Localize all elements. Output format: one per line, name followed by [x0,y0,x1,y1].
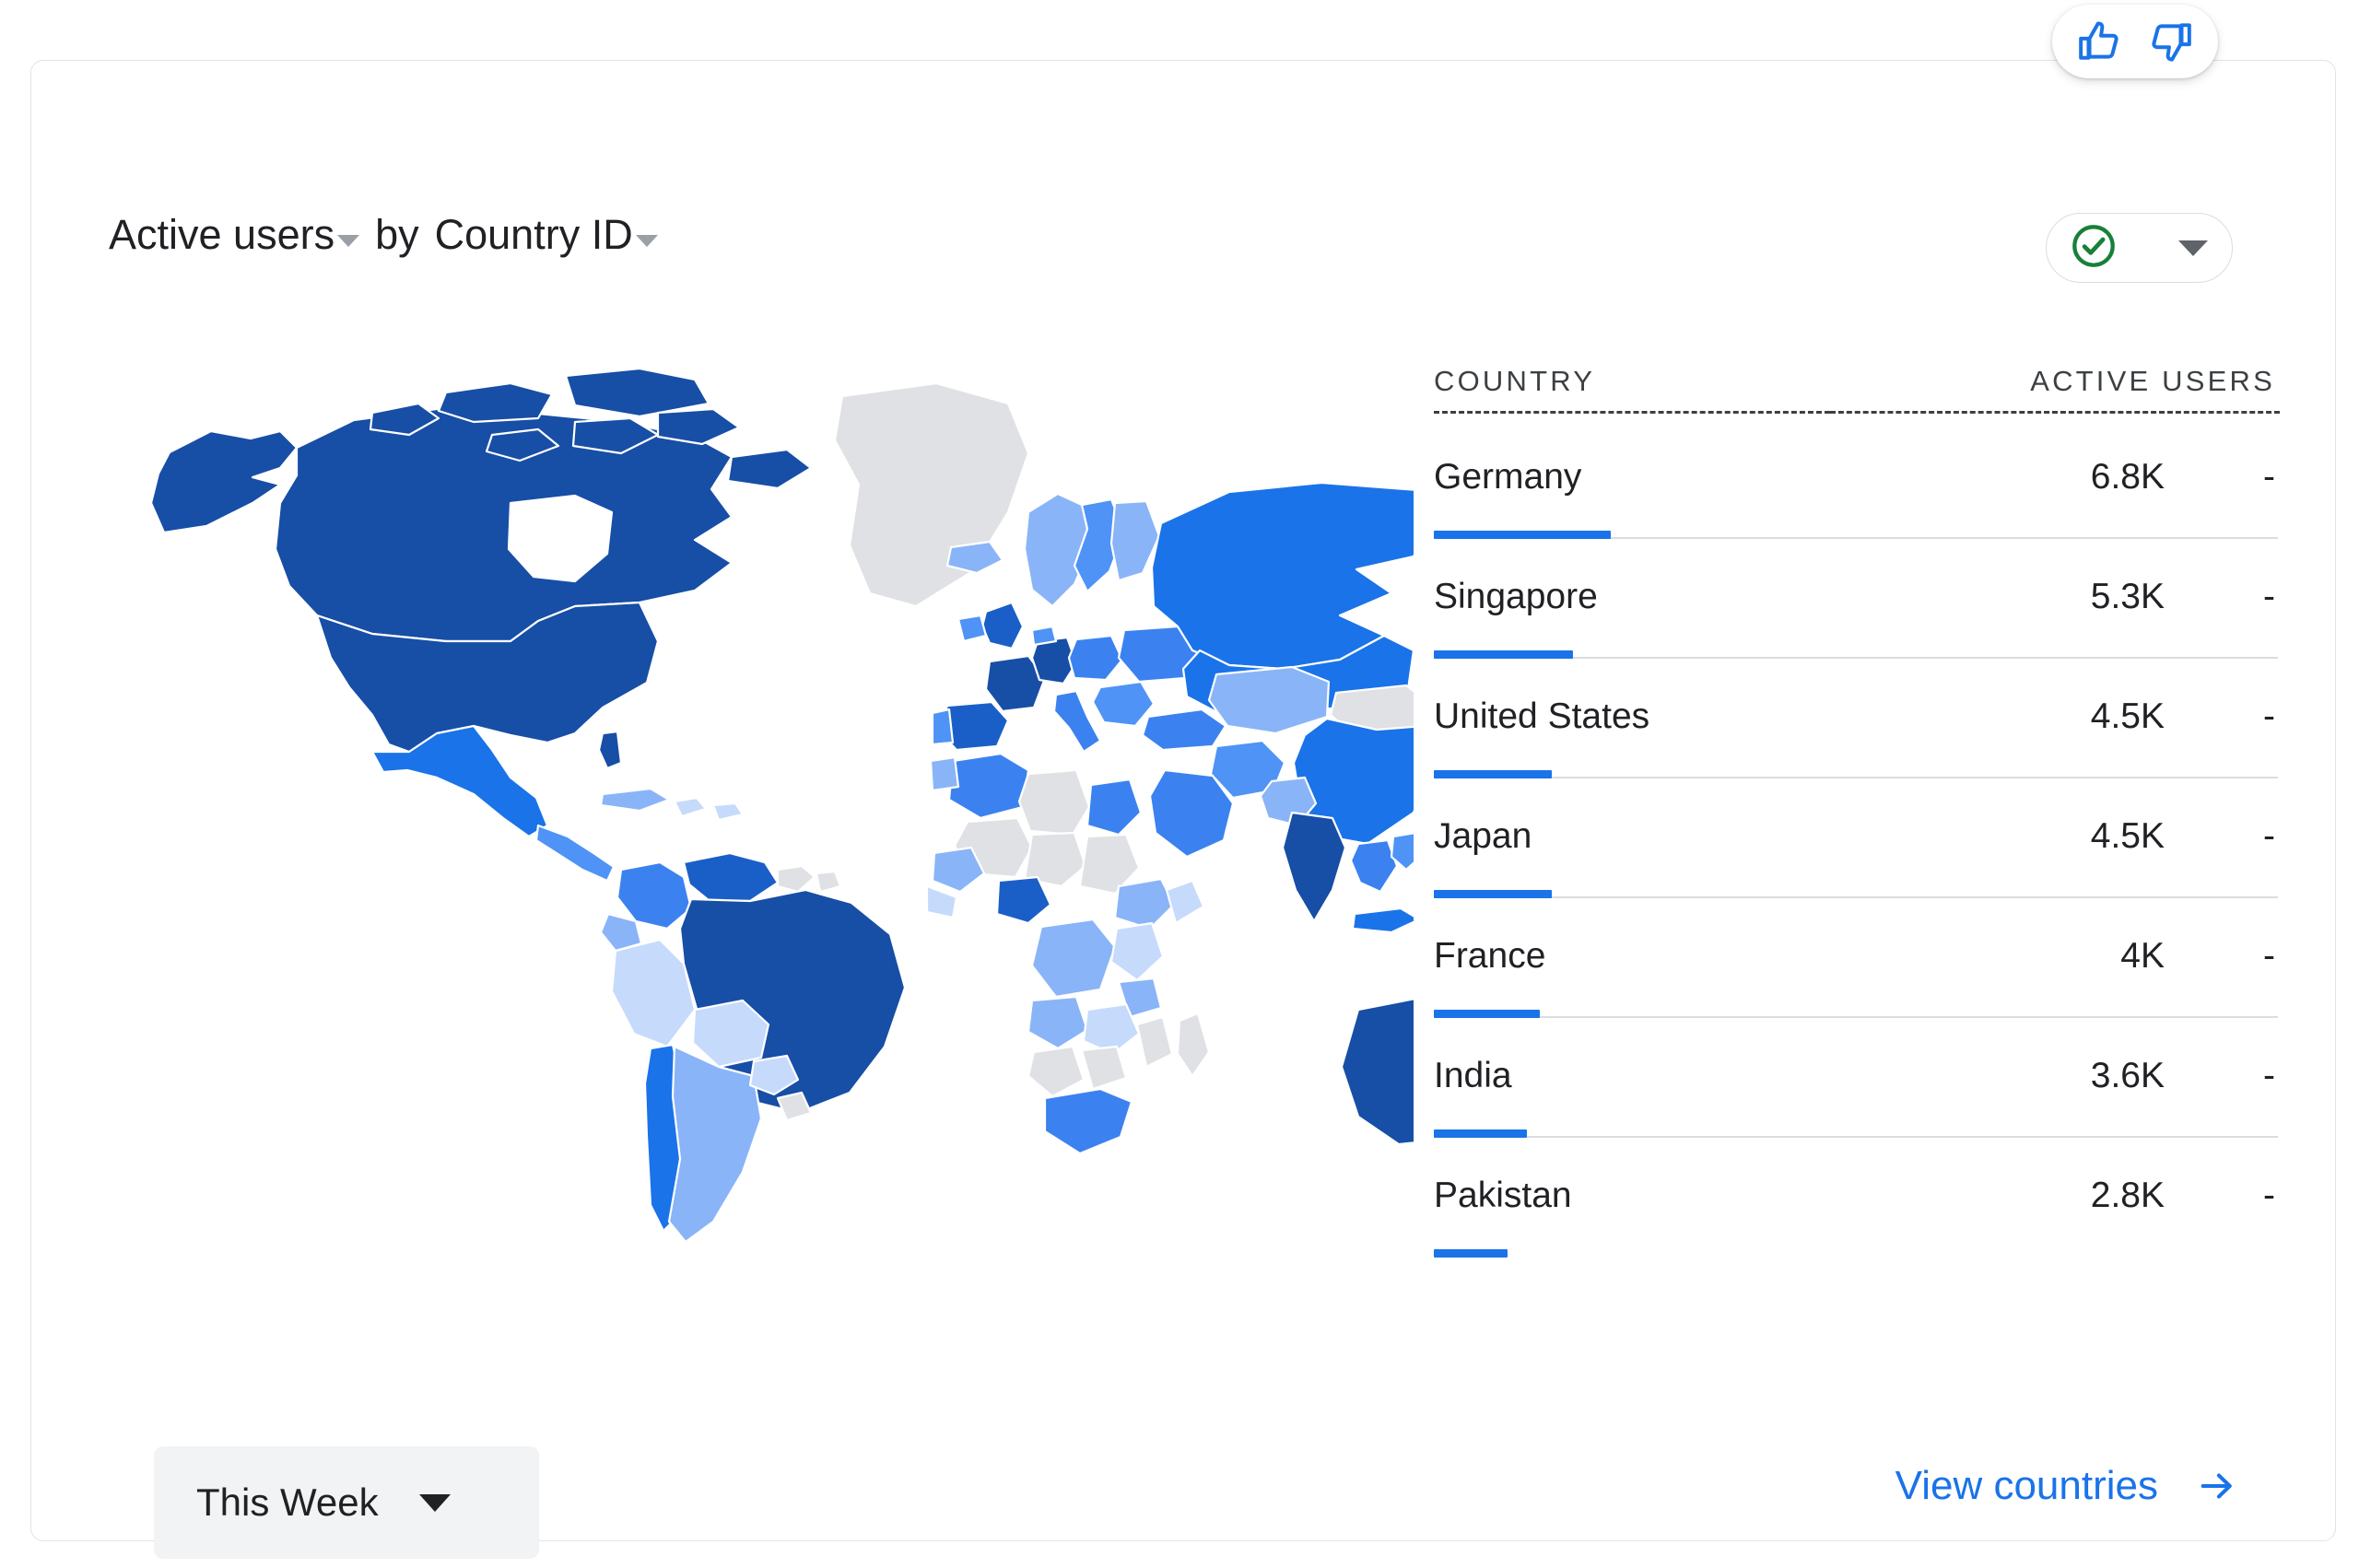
row-track [1434,1256,2278,1258]
cell-active-users: 4.5K [2090,696,2165,736]
column-header-active-users[interactable]: ACTIVE USERS [1830,365,2280,414]
cell-extra: - [2263,1055,2275,1095]
row-bar [1434,1249,1508,1258]
cell-country: Japan [1434,815,1532,856]
cell-country: Pakistan [1434,1175,1572,1215]
cell-active-users: 5.3K [2090,576,2165,616]
row-bar [1434,1129,1527,1138]
cell-active-users: 4.5K [2090,815,2165,856]
check-circle-icon [2069,221,2118,275]
thumb-up-icon[interactable] [2076,18,2124,65]
cell-extra: - [2263,696,2275,736]
row-bar [1434,1010,1540,1018]
cell-country: United States [1434,696,1650,736]
period-label: This Week [196,1480,379,1524]
table-row[interactable]: Germany 6.8K - [1434,419,2280,539]
row-bar [1434,650,1574,659]
thumb-down-icon[interactable] [2146,18,2194,65]
cell-country: Germany [1434,456,1582,497]
cell-country: Singapore [1434,576,1598,616]
metric-selector[interactable]: Active users [109,211,360,258]
chevron-down-icon-2 [635,235,658,247]
dimension-label: Country ID [434,211,633,258]
cell-active-users: 4K [2120,935,2165,976]
chevron-down-icon-4 [418,1493,451,1512]
cell-active-users: 6.8K [2090,456,2165,497]
cell-extra: - [2263,576,2275,616]
table-body: Germany 6.8K - Singapore 5.3K - United States 4… [1434,419,2280,1258]
column-header-country[interactable]: COUNTRY [1434,365,1830,414]
cell-country: India [1434,1055,1512,1095]
country-table: COUNTRY ACTIVE USERS Germany 6.8K - Singapo… [1434,365,2280,1258]
view-countries-link[interactable]: View countries [1895,1463,2243,1509]
metric-label: Active users [109,211,335,258]
cell-extra: - [2263,456,2275,497]
cell-extra: - [2263,815,2275,856]
arrow-right-icon [2191,1465,2243,1507]
status-dropdown[interactable] [2046,213,2233,283]
table-row[interactable]: Pakistan 2.8K - [1434,1138,2280,1258]
table-row[interactable]: Singapore 5.3K - [1434,539,2280,659]
cell-active-users: 3.6K [2090,1055,2165,1095]
map-svg [149,367,1414,1244]
title-connector: by [375,211,419,258]
cell-country: France [1434,935,1546,976]
card-title: Active users by Country ID [109,214,658,255]
world-choropleth-map[interactable] [142,365,1414,1314]
report-card: Active users by Country ID COUNTRY ACTIV… [30,60,2336,1559]
feedback-toolbar [2052,5,2218,78]
table-row[interactable]: United States 4.5K - [1434,659,2280,778]
cell-extra: - [2263,935,2275,976]
table-row[interactable]: France 4K - [1434,898,2280,1018]
dimension-selector[interactable]: Country ID [435,214,658,255]
table-header-row: COUNTRY ACTIVE USERS [1434,365,2280,419]
row-bar [1434,531,1612,539]
chevron-down-icon [337,235,360,247]
table-row[interactable]: India 3.6K - [1434,1018,2280,1138]
cell-extra: - [2263,1175,2275,1215]
row-bar [1434,770,1553,778]
view-countries-label: View countries [1895,1463,2158,1508]
period-dropdown[interactable]: This Week [154,1446,539,1559]
chevron-down-icon-3 [2178,240,2208,256]
cell-active-users: 2.8K [2090,1175,2165,1215]
table-row[interactable]: Japan 4.5K - [1434,778,2280,898]
row-bar [1434,890,1553,898]
